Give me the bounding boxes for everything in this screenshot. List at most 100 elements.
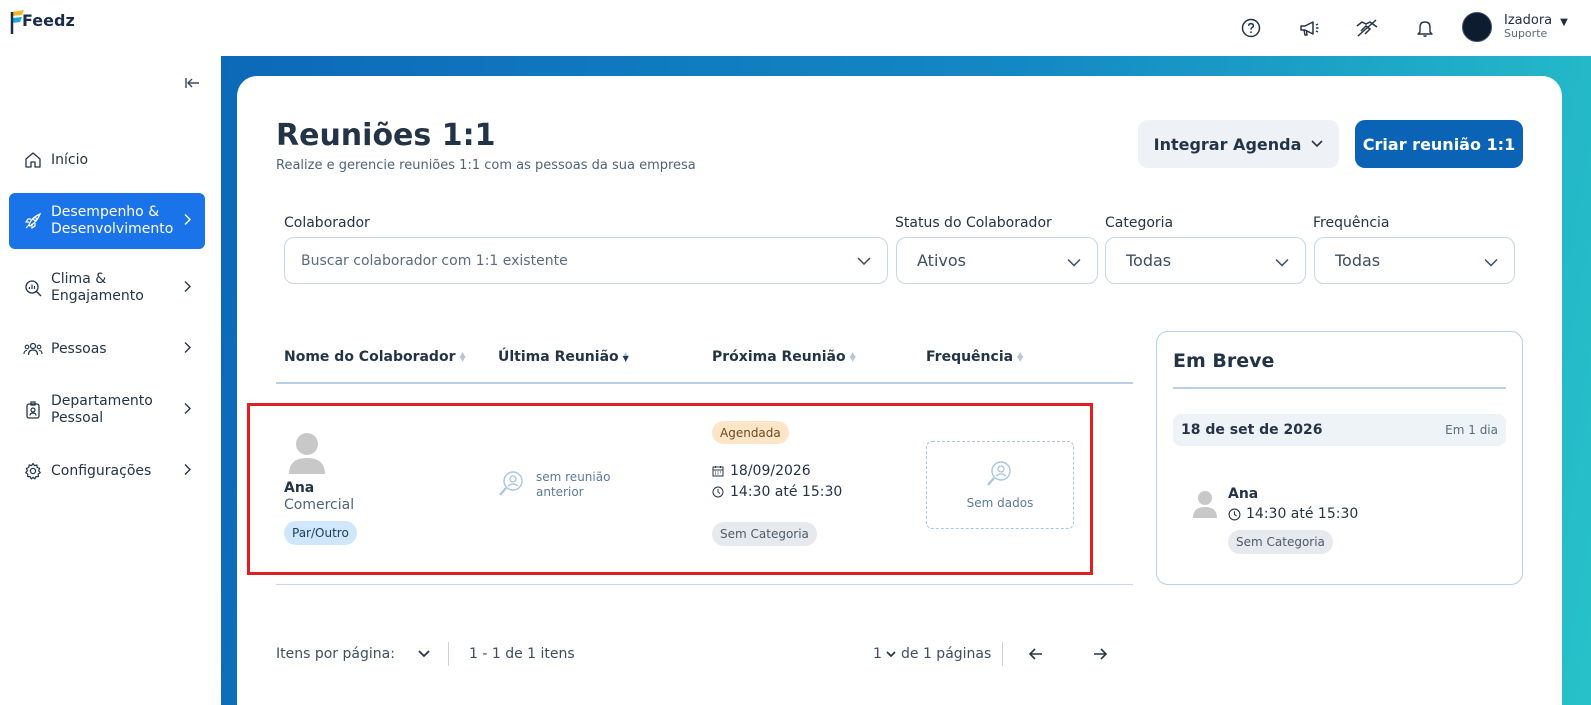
chevron-right-icon	[183, 342, 191, 357]
colaborador-placeholder: Buscar colaborador com 1:1 existente	[301, 252, 568, 269]
column-header-label: Próxima Reunião	[712, 349, 846, 365]
column-header-label: Nome do Colaborador	[284, 349, 456, 365]
upcoming-date: 18 de set de 2026	[1181, 422, 1323, 438]
frequencia-filter-label: Frequência	[1313, 215, 1390, 231]
column-header-nome[interactable]: Nome do Colaborador ▲ ▼	[284, 349, 466, 365]
user-role: Suporte	[1504, 27, 1548, 41]
upcoming-relative: Em 1 dia	[1445, 423, 1498, 437]
page-title: Reuniões 1:1	[276, 118, 496, 153]
last-meeting-line: sem reunião	[536, 470, 611, 484]
sidebar-item-label: Desenvolvimento	[51, 221, 174, 237]
status-select[interactable]: Ativos	[896, 237, 1098, 284]
upcoming-person-name[interactable]: Ana	[1228, 486, 1258, 502]
pagination-divider	[1002, 642, 1003, 666]
next-meeting-date-value: 18/09/2026	[730, 463, 811, 479]
categoria-select[interactable]: Todas	[1105, 237, 1306, 284]
pagination-divider	[448, 642, 449, 666]
gear-icon	[23, 461, 43, 481]
sidebar-item-label: Desempenho &	[51, 204, 160, 221]
status-value: Ativos	[917, 251, 966, 270]
category-badge: Sem Categoria	[712, 522, 817, 546]
chevron-right-icon	[183, 464, 191, 479]
categoria-value: Todas	[1126, 251, 1172, 270]
relationship-badge: Par/Outro	[284, 521, 357, 545]
feedz-logo[interactable]: Feedz	[10, 8, 75, 34]
page-number-select[interactable]: 1	[873, 646, 896, 662]
next-meeting-time-value: 14:30 até 15:30	[730, 484, 843, 500]
collapse-sidebar-icon[interactable]	[185, 76, 201, 94]
categoria-filter-label: Categoria	[1105, 215, 1174, 231]
integrar-agenda-label: Integrar Agenda	[1153, 134, 1302, 154]
sidebar-item-label: Engajamento	[51, 288, 144, 304]
row-employee-name[interactable]: Ana	[284, 480, 314, 496]
bell-icon[interactable]	[1396, 13, 1454, 43]
clock-icon	[712, 486, 724, 498]
caret-down-icon: ▼	[1560, 16, 1568, 28]
badge-icon	[23, 400, 43, 420]
next-meeting-date: 18/09/2026	[712, 463, 811, 479]
sidebar-item-clima[interactable]: Clima & Engajamento	[9, 260, 205, 316]
frequencia-value: Todas	[1335, 251, 1381, 270]
criar-reuniao-button[interactable]: Criar reunião 1:1	[1355, 120, 1523, 168]
sort-icon: ▲ ▼	[849, 350, 856, 363]
chevron-down-icon	[1275, 251, 1289, 270]
sidebar-item-departamento[interactable]: Departamento Pessoal	[9, 382, 205, 438]
search-person-icon	[986, 460, 1014, 492]
column-header-label: Frequência	[926, 349, 1014, 365]
home-icon	[23, 150, 43, 170]
items-per-page-select[interactable]	[409, 642, 439, 666]
colaborador-filter-label: Colaborador	[284, 215, 370, 231]
upcoming-date-header: 18 de set de 2026 Em 1 dia	[1173, 414, 1506, 446]
upcoming-time-value: 14:30 até 15:30	[1246, 506, 1359, 522]
column-header-frequencia[interactable]: Frequência ▲ ▼	[926, 349, 1023, 365]
chevron-right-icon	[183, 281, 191, 296]
person-avatar-icon	[1192, 490, 1218, 522]
frequencia-select[interactable]: Todas	[1314, 237, 1515, 284]
sidebar-item-desempenho[interactable]: Desempenho & Desenvolvimento	[9, 193, 205, 249]
sidebar-item-label: Pessoas	[51, 340, 107, 357]
status-badge: Agendada	[712, 421, 789, 444]
colaborador-search-select[interactable]: Buscar colaborador com 1:1 existente	[284, 237, 888, 284]
sidebar-item-label: Configurações	[51, 462, 152, 479]
person-avatar-icon	[287, 432, 327, 478]
total-pages: de 1 páginas	[901, 646, 992, 662]
logo-mark-icon	[10, 8, 24, 34]
sidebar-item-configuracoes[interactable]: Configurações	[9, 449, 205, 493]
handshake-icon[interactable]	[1338, 13, 1396, 43]
main-card: Reuniões 1:1 Realize e gerencie reuniões…	[237, 76, 1562, 705]
search-chart-icon	[23, 278, 43, 298]
clock-icon	[1228, 508, 1241, 521]
column-header-label: Última Reunião	[498, 349, 619, 365]
upcoming-panel: Em Breve 18 de set de 2026 Em 1 dia Ana …	[1156, 331, 1523, 585]
sidebar-item-label: Início	[51, 151, 89, 168]
sort-desc-icon: ▲ ▼	[622, 350, 629, 363]
chevron-down-icon	[886, 650, 896, 658]
chevron-right-icon	[183, 214, 191, 229]
sidebar-item-label: Clima &	[51, 271, 107, 288]
table-header-divider	[276, 382, 1133, 384]
sidebar-item-inicio[interactable]: Início	[9, 138, 205, 182]
logo-text: Feedz	[22, 11, 75, 30]
upcoming-divider	[1173, 387, 1506, 389]
megaphone-icon[interactable]	[1280, 13, 1338, 43]
next-page-button[interactable]	[1085, 642, 1115, 666]
last-meeting-line: anterior	[536, 485, 584, 499]
column-header-ultima-reuniao[interactable]: Última Reunião ▲ ▼	[498, 349, 629, 365]
sidebar-item-pessoas[interactable]: Pessoas	[9, 327, 205, 371]
help-icon[interactable]	[1222, 13, 1280, 43]
upcoming-title: Em Breve	[1173, 350, 1275, 372]
items-per-page-label: Itens por página:	[276, 646, 395, 662]
previous-page-button[interactable]	[1021, 642, 1051, 666]
next-meeting-time: 14:30 até 15:30	[712, 484, 842, 500]
top-bar: Feedz Izadora Suporte ▼	[0, 0, 1591, 56]
user-menu[interactable]: Izadora Suporte ▼	[1462, 12, 1568, 42]
chevron-down-icon	[1484, 251, 1498, 270]
sidebar: Início Desempenho & Desenvolvimento Clim…	[0, 56, 221, 705]
search-person-icon	[498, 470, 526, 502]
sidebar-item-label: Departamento	[51, 393, 153, 410]
user-name: Izadora	[1504, 12, 1553, 28]
column-header-proxima-reuniao[interactable]: Próxima Reunião ▲ ▼	[712, 349, 856, 365]
integrar-agenda-button[interactable]: Integrar Agenda	[1138, 120, 1339, 168]
rocket-icon	[23, 211, 43, 231]
frequency-empty-box: Sem dados	[926, 441, 1074, 529]
